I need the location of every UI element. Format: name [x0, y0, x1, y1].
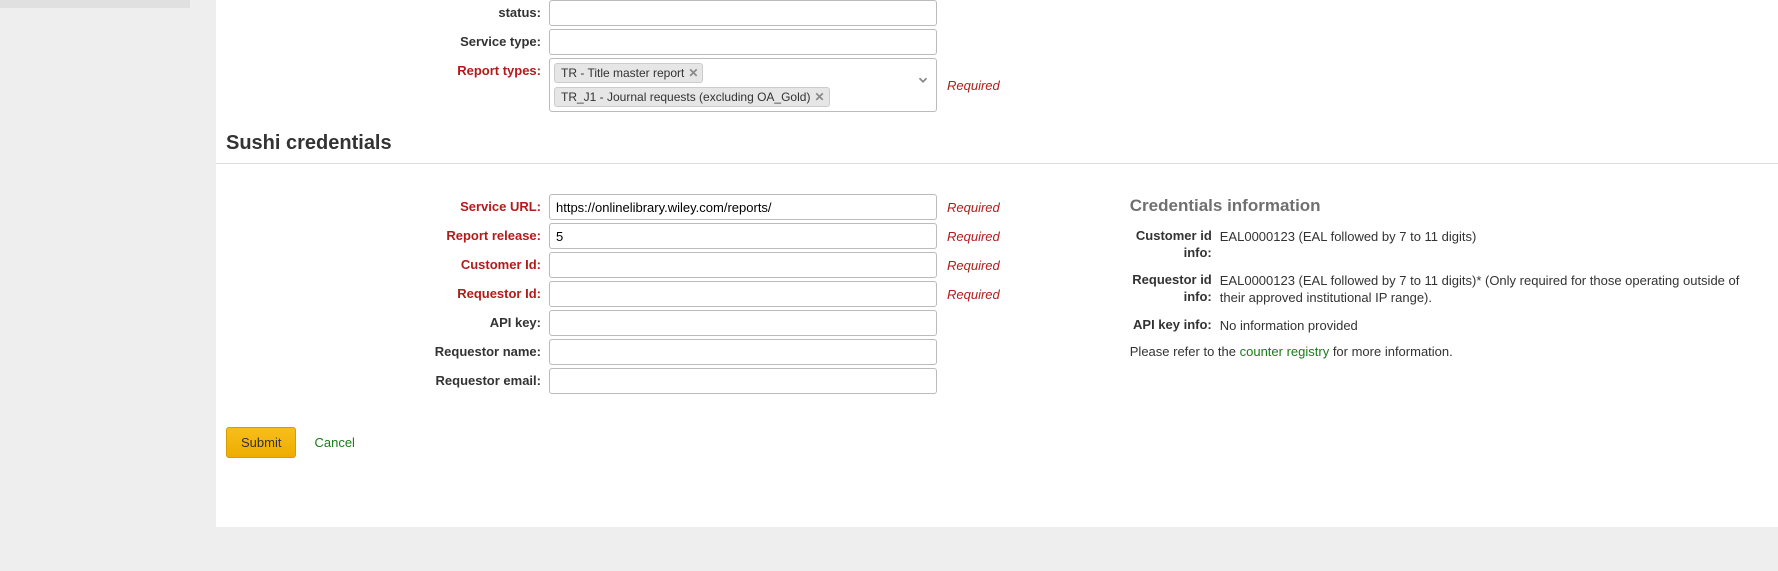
registry-note-suffix: for more information.: [1329, 344, 1453, 359]
service-url-label: Service URL:: [216, 194, 549, 220]
service-url-input[interactable]: [549, 194, 937, 220]
required-hint: Required: [947, 78, 1000, 93]
requestor-id-label: Requestor Id:: [216, 281, 549, 307]
chevron-down-icon[interactable]: [916, 73, 930, 90]
service-type-input[interactable]: [549, 29, 937, 55]
api-key-label: API key:: [216, 310, 549, 336]
counter-registry-link[interactable]: counter registry: [1240, 344, 1330, 359]
status-input[interactable]: [549, 0, 937, 26]
required-hint: Required: [947, 200, 1000, 215]
cancel-button[interactable]: Cancel: [314, 435, 354, 450]
remove-tag-icon[interactable]: ✕: [814, 89, 824, 105]
status-label: status:: [216, 0, 549, 26]
sidebar-item-stub[interactable]: [0, 0, 190, 8]
submit-button[interactable]: Submit: [226, 427, 296, 458]
requestor-name-input[interactable]: [549, 339, 937, 365]
registry-note: Please refer to the counter registry for…: [1130, 344, 1758, 359]
customer-id-input[interactable]: [549, 252, 937, 278]
registry-note-prefix: Please refer to the: [1130, 344, 1240, 359]
remove-tag-icon[interactable]: ✕: [688, 65, 698, 81]
main-content: status: Service type: Report types: T: [216, 0, 1778, 527]
requestor-email-label: Requestor email:: [216, 368, 549, 394]
requestor-name-label: Requestor name:: [216, 339, 549, 365]
requestor-id-info-value: EAL0000123 (EAL followed by 7 to 11 digi…: [1220, 272, 1758, 307]
report-types-select[interactable]: TR - Title master report ✕ TR_J1 - Journ…: [549, 58, 937, 112]
customer-id-info-value: EAL0000123 (EAL followed by 7 to 11 digi…: [1220, 228, 1758, 246]
required-hint: Required: [947, 258, 1000, 273]
credentials-info-title: Credentials information: [1130, 196, 1758, 216]
requestor-id-info-label: Requestor id info:: [1130, 272, 1220, 306]
credentials-info-panel: Credentials information Customer id info…: [1000, 194, 1778, 359]
customer-id-info-label: Customer id info:: [1130, 228, 1220, 262]
report-type-tag[interactable]: TR_J1 - Journal requests (excluding OA_G…: [554, 87, 830, 107]
required-hint: Required: [947, 287, 1000, 302]
report-release-input[interactable]: [549, 223, 937, 249]
api-key-info-label: API key info:: [1130, 317, 1220, 334]
sidebar: [0, 0, 216, 527]
customer-id-label: Customer Id:: [216, 252, 549, 278]
required-hint: Required: [947, 229, 1000, 244]
service-type-label: Service type:: [216, 29, 549, 55]
footer-gap: [0, 527, 1778, 571]
report-types-label: Report types:: [216, 58, 549, 84]
report-type-tag-label: TR - Title master report: [561, 65, 684, 81]
api-key-input[interactable]: [549, 310, 937, 336]
report-release-label: Report release:: [216, 223, 549, 249]
report-type-tag[interactable]: TR - Title master report ✕: [554, 63, 703, 83]
requestor-id-input[interactable]: [549, 281, 937, 307]
api-key-info-value: No information provided: [1220, 317, 1758, 335]
requestor-email-input[interactable]: [549, 368, 937, 394]
section-heading-sushi: Sushi credentials: [216, 118, 1778, 164]
report-type-tag-label: TR_J1 - Journal requests (excluding OA_G…: [561, 89, 810, 105]
